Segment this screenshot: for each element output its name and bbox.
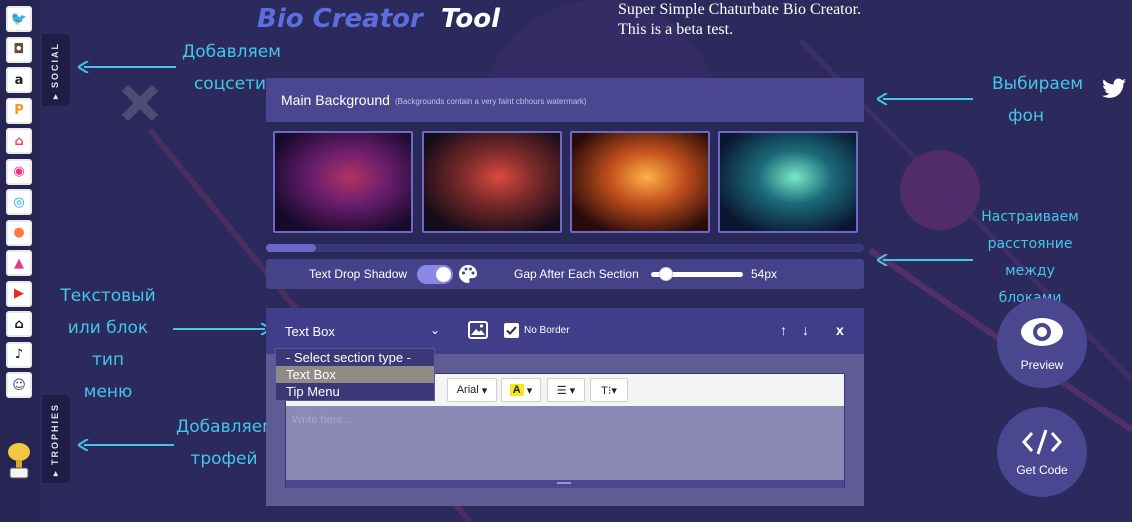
close-section-button[interactable]: x xyxy=(836,322,844,338)
twitter-share-icon[interactable] xyxy=(1101,78,1127,100)
dropdown-option[interactable]: - Select section type - xyxy=(276,349,434,366)
tiktok-icon[interactable]: ♪ xyxy=(6,341,32,368)
annotation-choose-bg: Выбираем фон xyxy=(992,74,1084,126)
preview-button[interactable]: Preview xyxy=(997,298,1087,388)
text-style-button[interactable]: T⁝▾ xyxy=(590,378,628,402)
pornhub-icon[interactable]: P xyxy=(6,97,32,124)
highlight-color-button[interactable]: A ▾ xyxy=(501,378,541,402)
section-type-dropdown: - Select section type - Text Box Tip Men… xyxy=(275,348,435,401)
arrow-left-icon xyxy=(78,439,174,451)
annotation-add-socials: Добавляем соцсети xyxy=(182,42,281,94)
align-icon: ☰ ▾ xyxy=(556,384,576,397)
section-type-select[interactable]: Text Box ⌄ xyxy=(275,316,445,346)
image-icon[interactable] xyxy=(468,321,488,339)
trophies-tab[interactable]: ▸ TROPHIES xyxy=(42,395,70,483)
text-style-icon: T⁝▾ xyxy=(601,384,617,397)
options-bar: Text Drop Shadow Gap After Each Section … xyxy=(266,259,864,289)
code-icon xyxy=(1022,429,1062,455)
instagram-icon[interactable]: ◘ xyxy=(6,36,32,63)
arrow-left-icon xyxy=(78,61,176,73)
app-title-tool: Tool xyxy=(441,4,501,34)
gap-label: Gap After Each Section xyxy=(514,267,639,281)
amazon-icon[interactable]: a xyxy=(6,67,32,93)
peach-icon[interactable]: ● xyxy=(6,219,32,246)
annotation-spacing: Настраиваем расстояние между блоками xyxy=(981,209,1079,306)
tagline: Super Simple Chaturbate Bio Creator. Thi… xyxy=(618,1,862,38)
thumbnail-scrollbar[interactable] xyxy=(266,244,864,252)
bg-thumb-red[interactable] xyxy=(422,131,562,233)
bg-thumb-orange[interactable] xyxy=(570,131,710,233)
no-border-label: No Border xyxy=(524,325,570,336)
no-border-checkbox[interactable] xyxy=(504,323,519,338)
home-icon[interactable]: ⌂ xyxy=(6,311,32,337)
editor-resize-handle[interactable] xyxy=(286,480,844,488)
palette-icon[interactable] xyxy=(458,264,478,284)
arrow-left-icon xyxy=(877,254,973,266)
arrow-left-icon xyxy=(877,93,973,105)
editor-textarea[interactable]: Write here... xyxy=(286,406,844,480)
gap-slider-handle[interactable] xyxy=(659,267,673,281)
social-tab[interactable]: ▸ SOCIAL xyxy=(42,34,70,106)
onlyfans-icon[interactable]: ◉ xyxy=(6,158,32,185)
get-code-button[interactable]: Get Code xyxy=(997,407,1087,497)
avatar-icon[interactable]: ☺ xyxy=(6,372,32,398)
highlight-icon: A xyxy=(509,384,524,396)
main-background-title: Main Background xyxy=(281,92,390,108)
gap-value: 54px xyxy=(751,267,778,281)
scrollbar-thumb[interactable] xyxy=(266,244,316,252)
bg-thumb-purple[interactable] xyxy=(273,131,413,233)
shadow-label: Text Drop Shadow xyxy=(309,267,408,281)
annotation-add-trophy: Добавляем трофей xyxy=(176,417,275,469)
onlyfans-lock-icon[interactable]: ◎ xyxy=(6,189,32,215)
twitter-icon[interactable]: 🐦 xyxy=(6,6,32,32)
youtube-icon[interactable]: ▶ xyxy=(6,280,32,307)
main-background-header: Main Background (Backgrounds contain a v… xyxy=(266,78,864,122)
text-shadow-toggle[interactable] xyxy=(417,265,453,284)
dropdown-option[interactable]: Tip Menu xyxy=(276,383,434,400)
annotation-text-or-menu: Текстовый или блок тип меню xyxy=(60,286,156,402)
app-title: Bio Creator xyxy=(257,4,423,34)
fansly-icon[interactable]: ▲ xyxy=(6,250,32,276)
move-down-icon[interactable]: ↓ xyxy=(802,322,809,338)
arrow-right-icon xyxy=(173,323,271,335)
trophy-icon[interactable] xyxy=(5,442,33,482)
font-family-select[interactable]: Arial ▾ xyxy=(447,378,497,402)
paragraph-align-button[interactable]: ☰ ▾ xyxy=(547,378,585,402)
chevron-down-icon: ⌄ xyxy=(430,323,441,337)
eye-icon xyxy=(1021,318,1063,346)
bg-thumb-teal[interactable] xyxy=(718,131,858,233)
dropdown-option-selected[interactable]: Text Box xyxy=(276,366,434,383)
main-background-note: (Backgrounds contain a very faint cbhour… xyxy=(394,97,587,106)
pocket-icon[interactable]: ⌂ xyxy=(6,128,32,154)
move-up-icon[interactable]: ↑ xyxy=(780,322,787,338)
